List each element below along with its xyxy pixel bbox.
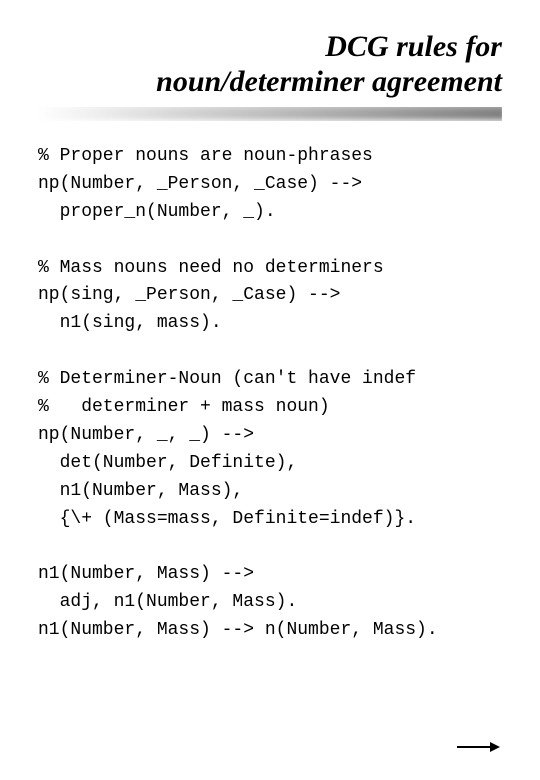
title-divider xyxy=(38,107,502,121)
title-line-1: DCG rules for xyxy=(325,30,502,63)
title-line-2: noun/determiner agreement xyxy=(156,65,502,98)
code-block: % Proper nouns are noun-phrases np(Numbe… xyxy=(38,143,502,645)
slide: DCG rules for noun/determiner agreement … xyxy=(0,0,540,780)
slide-title: DCG rules for noun/determiner agreement xyxy=(38,30,502,99)
next-arrow-icon xyxy=(457,738,500,756)
